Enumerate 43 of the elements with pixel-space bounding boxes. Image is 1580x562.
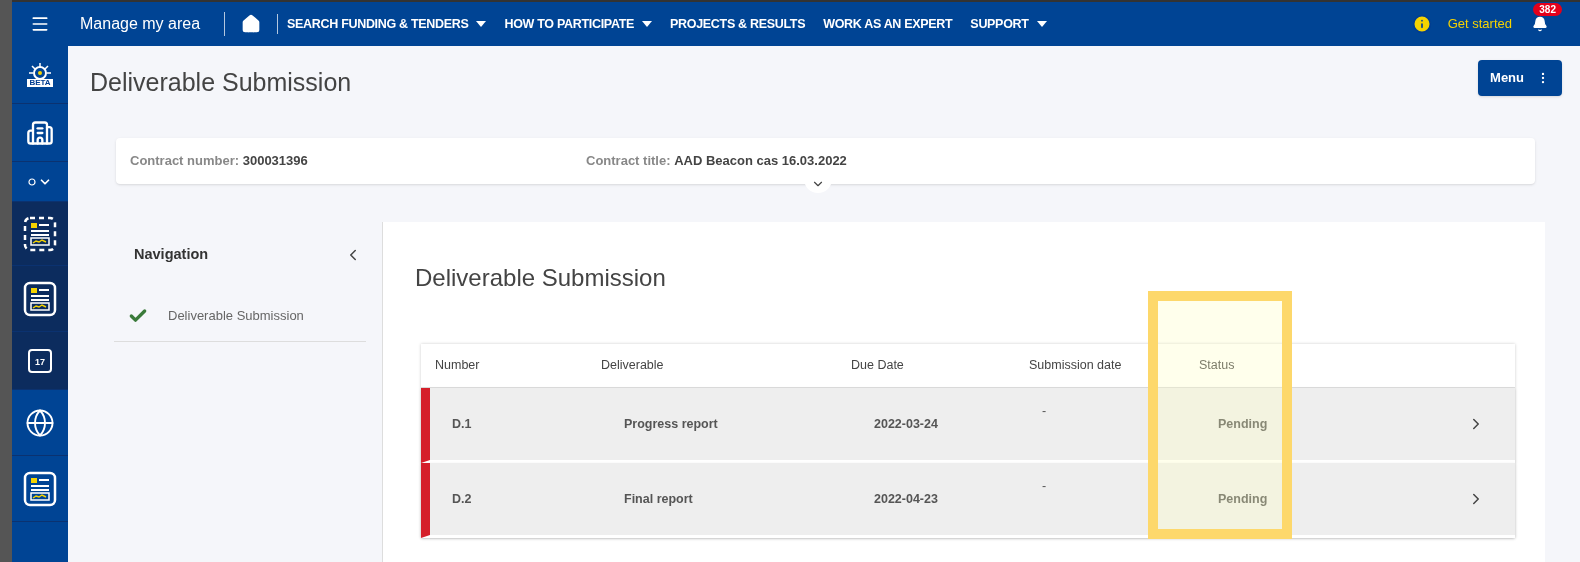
home-icon (241, 14, 262, 34)
nav-menu-item[interactable]: HOW TO PARTICIPATE (495, 14, 662, 34)
table-cell-text: - (1041, 403, 1048, 420)
table-cell-text: Final report (623, 490, 694, 508)
contract-title: Contract title: AAD Beacon cas 16.03.2022 (586, 152, 847, 171)
table-cell-text: Pending (1217, 490, 1269, 508)
navigation-title: Navigation (134, 245, 209, 264)
menu-icon (30, 14, 50, 34)
calendar-icon: 17 (28, 348, 52, 373)
column-header: Submission date (1028, 357, 1123, 375)
table-row[interactable]: D.2 Final report 2022-04-23 - Pending (421, 463, 1515, 538)
document-icon (23, 280, 57, 317)
get-started-link[interactable]: Get started (1447, 14, 1512, 34)
table-row[interactable]: D.1 Progress report 2022-03-24 - Pending (421, 388, 1515, 463)
side-rail-item[interactable]: 17 (12, 332, 68, 390)
column-header: Number (434, 357, 481, 375)
table-cell-text: 2022-03-24 (873, 415, 939, 433)
notification-bell-icon[interactable] (1532, 16, 1548, 32)
menu-dropdown-button[interactable]: Menu (1478, 60, 1562, 96)
column-header: Deliverable (600, 357, 665, 375)
column-header: Due Date (850, 357, 905, 375)
document-icon (23, 470, 57, 507)
table-cell-text: 2022-04-23 (873, 490, 939, 508)
nav-menu-item[interactable]: SUPPORT (961, 14, 1056, 34)
nav-menu-item[interactable]: PROJECTS & RESULTS (661, 14, 815, 34)
table-cell-text: Pending (1217, 415, 1269, 433)
info-icon (1411, 14, 1432, 34)
page-title: Deliverable Submission (90, 67, 352, 98)
dashed-document-icon (23, 215, 57, 252)
nav-menu-item[interactable]: WORK AS AN EXPERT (814, 14, 962, 34)
nav-menu-item[interactable]: SEARCH FUNDING & TENDERS (278, 14, 496, 34)
table-cell-text: D.2 (451, 490, 473, 508)
navigation-item[interactable]: Deliverable Submission (114, 305, 366, 342)
contract-number: Contract number: 300031396 (130, 152, 309, 171)
table-cell-text: Progress report (623, 415, 719, 433)
section-title: Deliverable Submission (415, 263, 667, 293)
notification-count: 382 (1533, 3, 1562, 16)
globe-icon (25, 407, 55, 438)
building-icon (26, 118, 54, 147)
table-cell-text: - (1041, 478, 1048, 495)
column-header: Status (1198, 357, 1236, 375)
app-title: Manage my area (80, 12, 226, 36)
table-cell-text: D.1 (451, 415, 473, 433)
